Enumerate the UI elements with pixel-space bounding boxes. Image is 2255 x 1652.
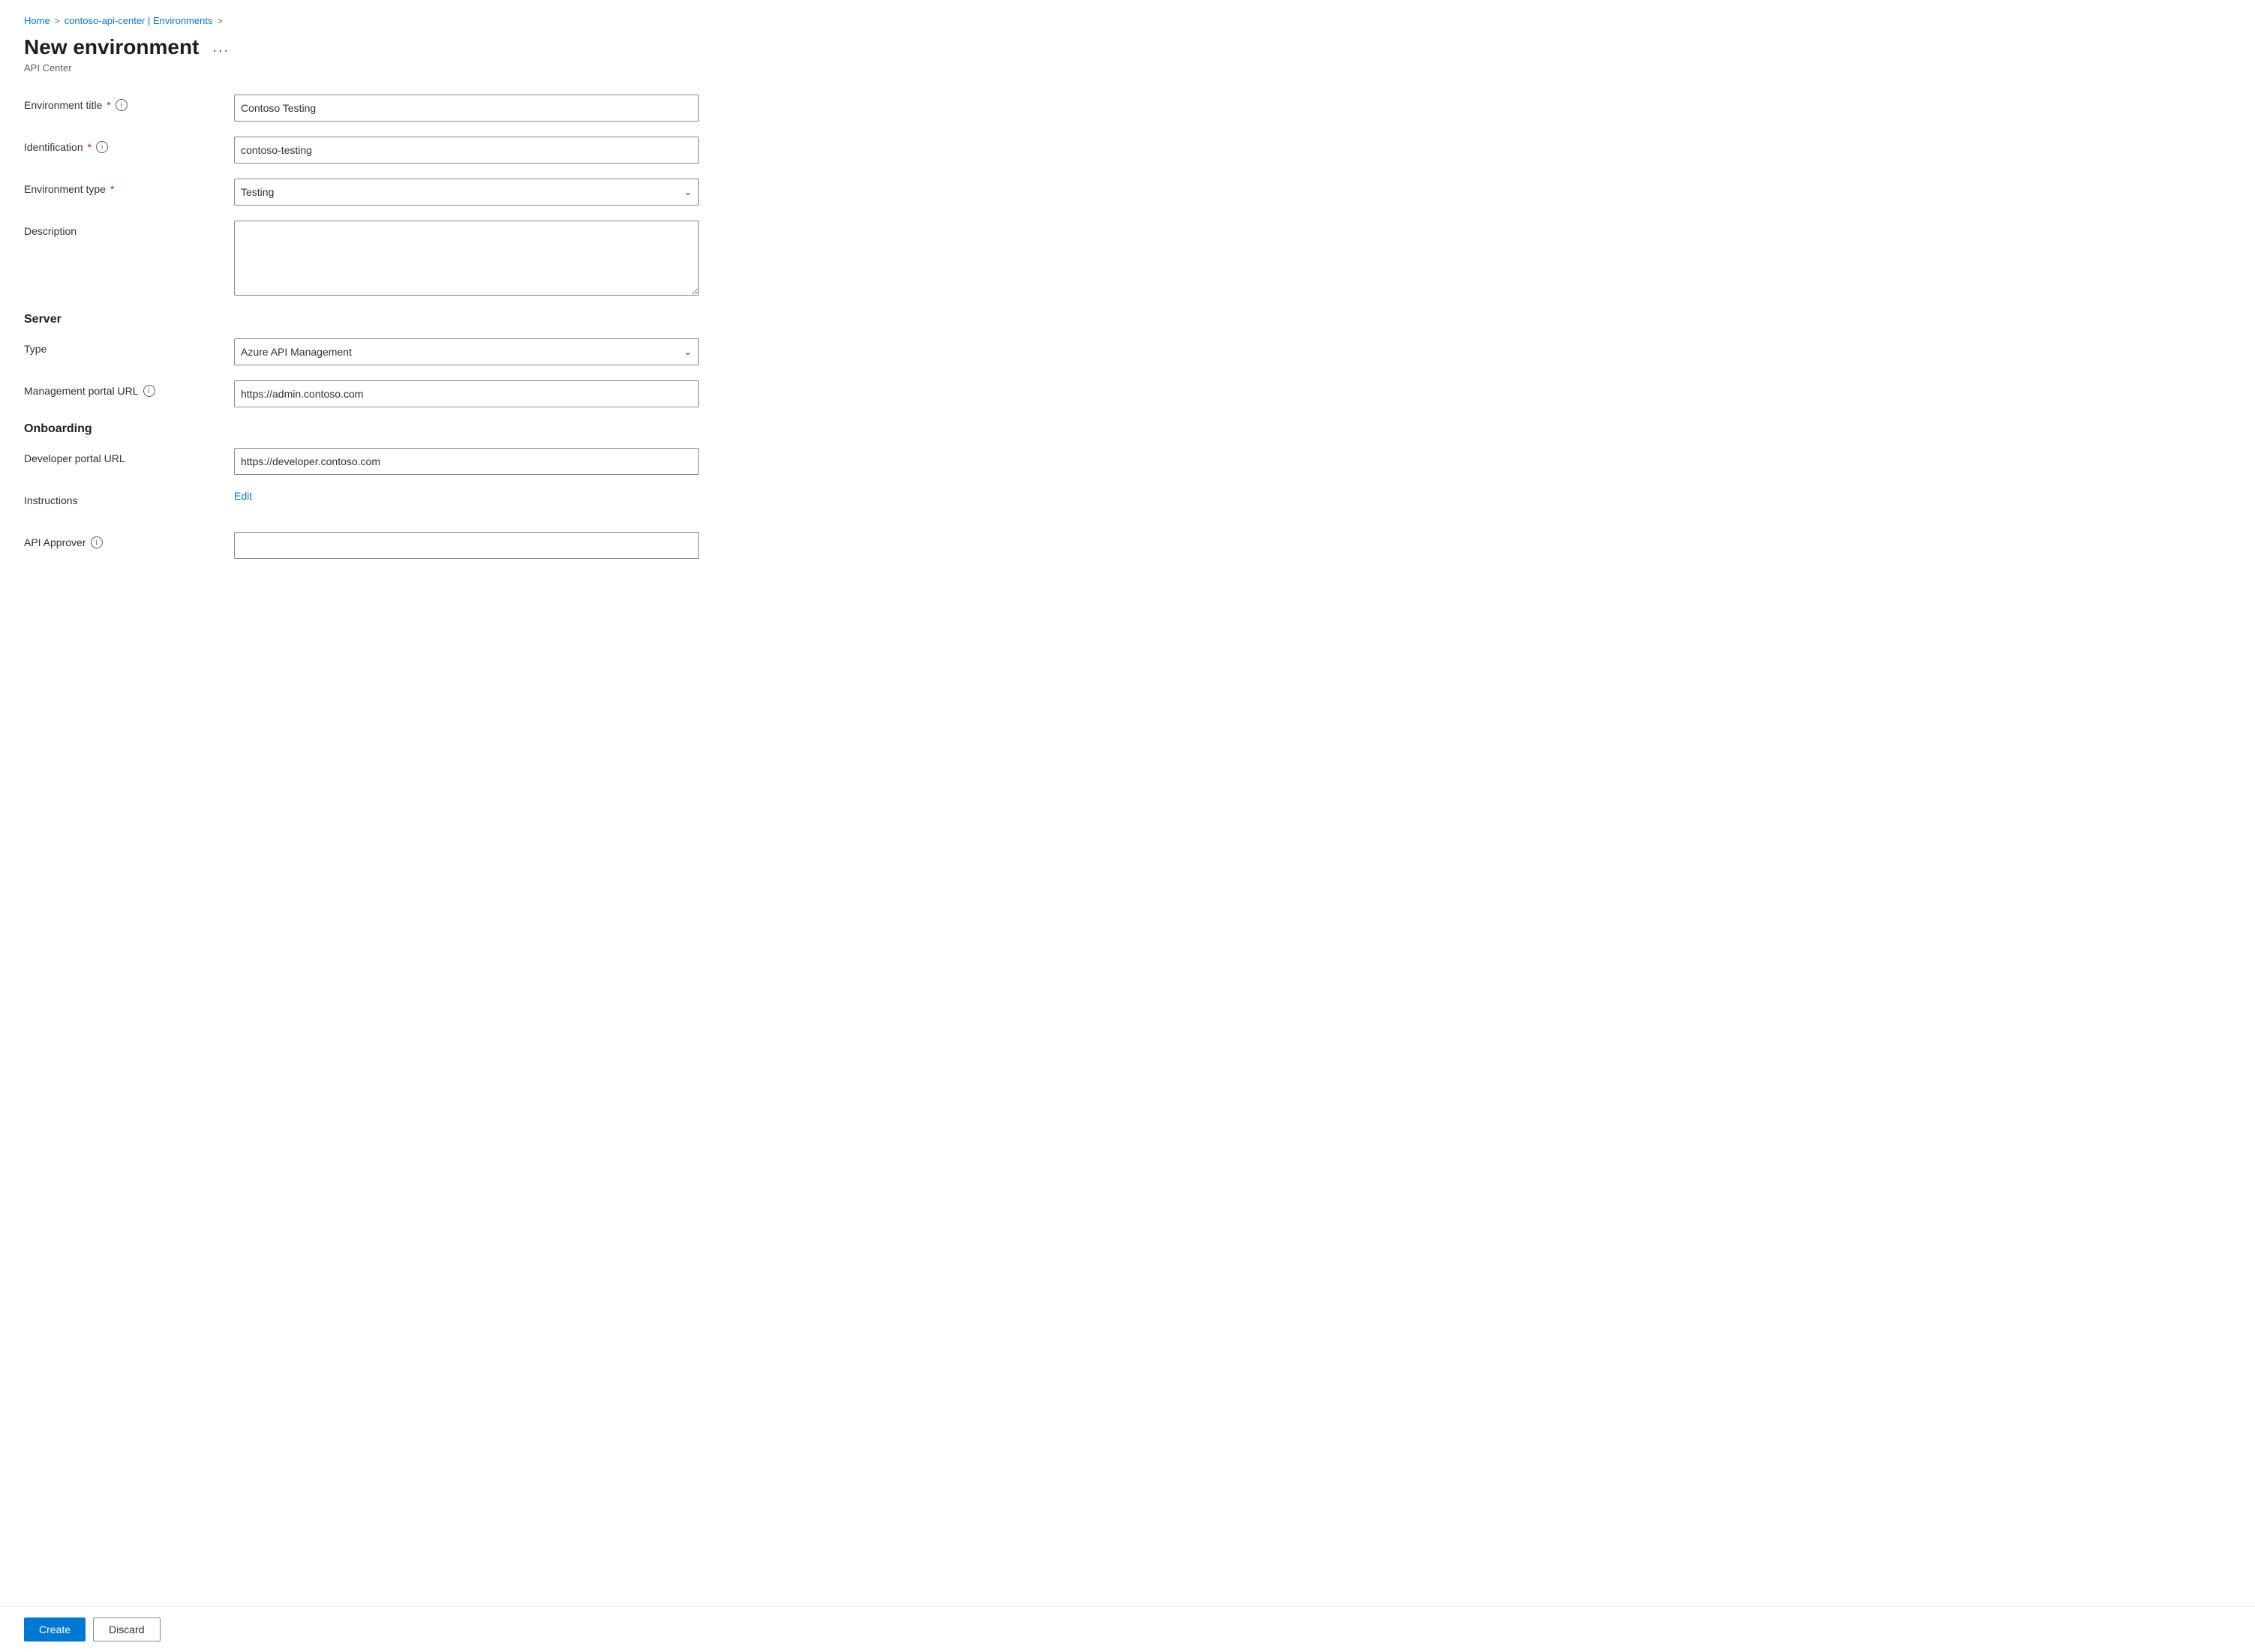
environment-title-row: Environment title * i [24,95,876,122]
page-subtitle: API Center [24,62,876,74]
env-type-required-star: * [110,183,114,195]
developer-portal-url-label: Developer portal URL [24,448,234,464]
form-section: Environment title * i Identification * i… [24,95,876,559]
identification-control [234,137,699,164]
page-header: New environment ... [24,35,876,59]
onboarding-section: Onboarding [24,422,876,436]
environment-type-control: Testing Production Development Staging ⌄ [234,179,699,206]
management-portal-url-control [234,380,699,407]
breadcrumb-environments[interactable]: contoso-api-center | Environments [65,15,213,26]
api-approver-label: API Approver i [24,532,234,548]
server-section: Server [24,313,876,326]
instructions-edit-link[interactable]: Edit [234,490,252,502]
required-star: * [107,99,110,111]
environment-title-label: Environment title * i [24,95,234,111]
description-textarea[interactable] [234,221,699,296]
description-row: Description [24,221,876,298]
description-label: Description [24,221,234,237]
page-title: New environment [24,35,199,59]
environment-type-select[interactable]: Testing Production Development Staging [234,179,699,206]
environment-type-label: Environment type * [24,179,234,195]
server-section-heading: Server [24,313,876,326]
developer-portal-url-input[interactable] [234,448,699,475]
breadcrumb-sep2: > [217,16,222,26]
environment-type-select-wrapper: Testing Production Development Staging ⌄ [234,179,699,206]
api-approver-input[interactable] [234,532,699,559]
management-portal-url-input[interactable] [234,380,699,407]
management-portal-url-row: Management portal URL i [24,380,876,407]
instructions-label: Instructions [24,490,234,506]
identification-required-star: * [88,141,92,153]
api-approver-row: API Approver i [24,532,876,559]
breadcrumb-sep1: > [55,16,60,26]
onboarding-section-heading: Onboarding [24,422,876,436]
server-type-control: Azure API Management AWS API Gateway Kon… [234,338,699,365]
management-portal-info-icon[interactable]: i [143,385,155,397]
breadcrumb: Home > contoso-api-center | Environments… [24,15,876,26]
create-button[interactable]: Create [24,1617,86,1641]
instructions-control: Edit [234,490,699,502]
identification-info-icon[interactable]: i [96,141,108,153]
identification-row: Identification * i [24,137,876,164]
environment-title-input[interactable] [234,95,699,122]
environment-type-row: Environment type * Testing Production De… [24,179,876,206]
identification-input[interactable] [234,137,699,164]
environment-title-info-icon[interactable]: i [116,99,128,111]
bottom-action-bar: Create Discard [0,1606,2255,1652]
instructions-row: Instructions Edit [24,490,876,517]
breadcrumb-home[interactable]: Home [24,15,50,26]
management-portal-url-label: Management portal URL i [24,380,234,397]
server-type-select[interactable]: Azure API Management AWS API Gateway Kon… [234,338,699,365]
server-type-row: Type Azure API Management AWS API Gatewa… [24,338,876,365]
identification-label: Identification * i [24,137,234,153]
api-approver-control [234,532,699,559]
server-type-select-wrapper: Azure API Management AWS API Gateway Kon… [234,338,699,365]
more-options-button[interactable]: ... [206,36,236,59]
server-type-label: Type [24,338,234,355]
developer-portal-url-control [234,448,699,475]
discard-button[interactable]: Discard [93,1617,160,1641]
api-approver-info-icon[interactable]: i [91,536,103,548]
description-control [234,221,699,298]
developer-portal-url-row: Developer portal URL [24,448,876,475]
environment-title-control [234,95,699,122]
